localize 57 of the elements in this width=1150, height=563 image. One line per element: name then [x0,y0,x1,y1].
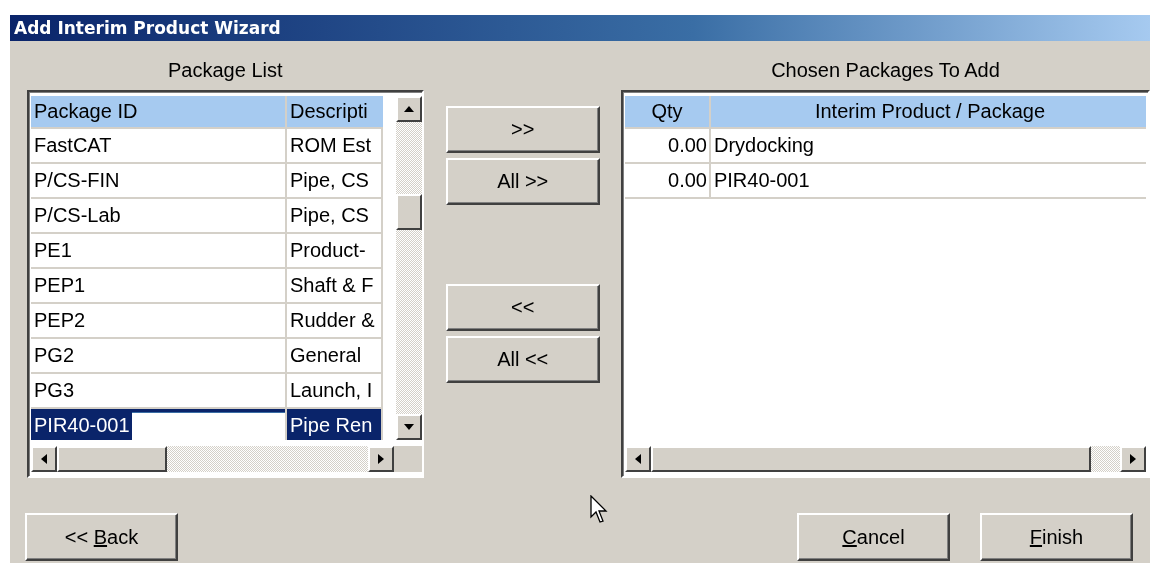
package-row[interactable]: PEP1 Shaft & F [31,269,383,304]
column-header[interactable]: Interim Product / Package [710,96,1146,127]
table-cell-text: PEP2 [34,308,86,333]
back-button[interactable]: << Back [25,513,178,561]
scroll-thumb[interactable] [57,446,167,472]
package-list-label: Package List [167,59,284,83]
scrollbar-corner [393,446,422,472]
package-row[interactable]: PG2 General [31,339,383,374]
mouse-cursor-icon [590,495,610,525]
table-cell-text: FastCAT [34,133,112,158]
table-cell-text: PIR40-001 [34,413,130,438]
horizontal-scrollbar[interactable] [31,446,422,472]
package-row[interactable]: PE1 Product- [31,234,383,269]
table-cell-text: Launch, I [290,378,373,403]
window-title: Add Interim Product Wizard [10,15,1150,41]
table-cell-text: Rudder & [290,308,375,333]
table-cell-text: P/CS-Lab [34,203,121,228]
horizontal-scrollbar[interactable] [624,446,1146,472]
table-cell-text: Shaft & F [290,273,374,298]
scroll-left-icon[interactable] [31,446,57,472]
move-button[interactable]: All << [445,336,600,383]
package-row[interactable]: P/CS-Lab Pipe, CS [31,199,383,234]
table-cell-text: Pipe, CS [290,168,369,193]
scroll-right-icon[interactable] [1120,446,1146,472]
table-cell-text: 0.00 [668,168,707,193]
column-header[interactable]: Package ID [31,96,287,127]
scroll-right-icon[interactable] [367,446,394,472]
table-cell-text: PG2 [34,343,75,368]
package-row[interactable]: PEP2 Rudder & [31,304,383,339]
table-cell-text: PE1 [34,238,72,263]
package-row[interactable]: P/CS-FIN Pipe, CS [31,164,383,199]
table-cell-text: PEP1 [34,273,86,298]
column-header[interactable]: Qty [624,96,711,127]
scroll-left-icon[interactable] [624,446,651,472]
table-cell-text: Pipe, CS [290,203,369,228]
package-row[interactable]: FastCAT ROM Est [31,129,383,164]
table-cell-text: General [290,343,362,368]
scroll-thumb[interactable] [395,194,422,230]
table-cell-text: PIR40-001 [713,168,810,193]
move-button[interactable]: >> [445,106,600,153]
table-cell-text: Product- [290,238,366,263]
table-cell-text: Pipe Ren [290,413,373,438]
scroll-thumb[interactable] [650,446,1091,472]
vertical-scrollbar[interactable] [395,96,422,440]
move-button[interactable]: All >> [445,158,600,205]
table-cell-text: ROM Est [290,133,372,158]
table-cell-text: Drydocking [713,133,814,158]
scroll-down-icon[interactable] [395,414,422,440]
scroll-up-icon[interactable] [395,96,422,122]
finish-button[interactable]: Finish [980,513,1133,561]
move-button[interactable]: << [445,284,600,331]
table-cell-text: 0.00 [668,133,707,158]
chosen-list-label: Chosen Packages To Add [770,59,1001,83]
table-cell-text: P/CS-FIN [34,168,120,193]
cancel-button[interactable]: Cancel [797,513,950,561]
column-header[interactable]: Descripti [287,96,383,127]
table-cell-text: PG3 [34,378,75,403]
